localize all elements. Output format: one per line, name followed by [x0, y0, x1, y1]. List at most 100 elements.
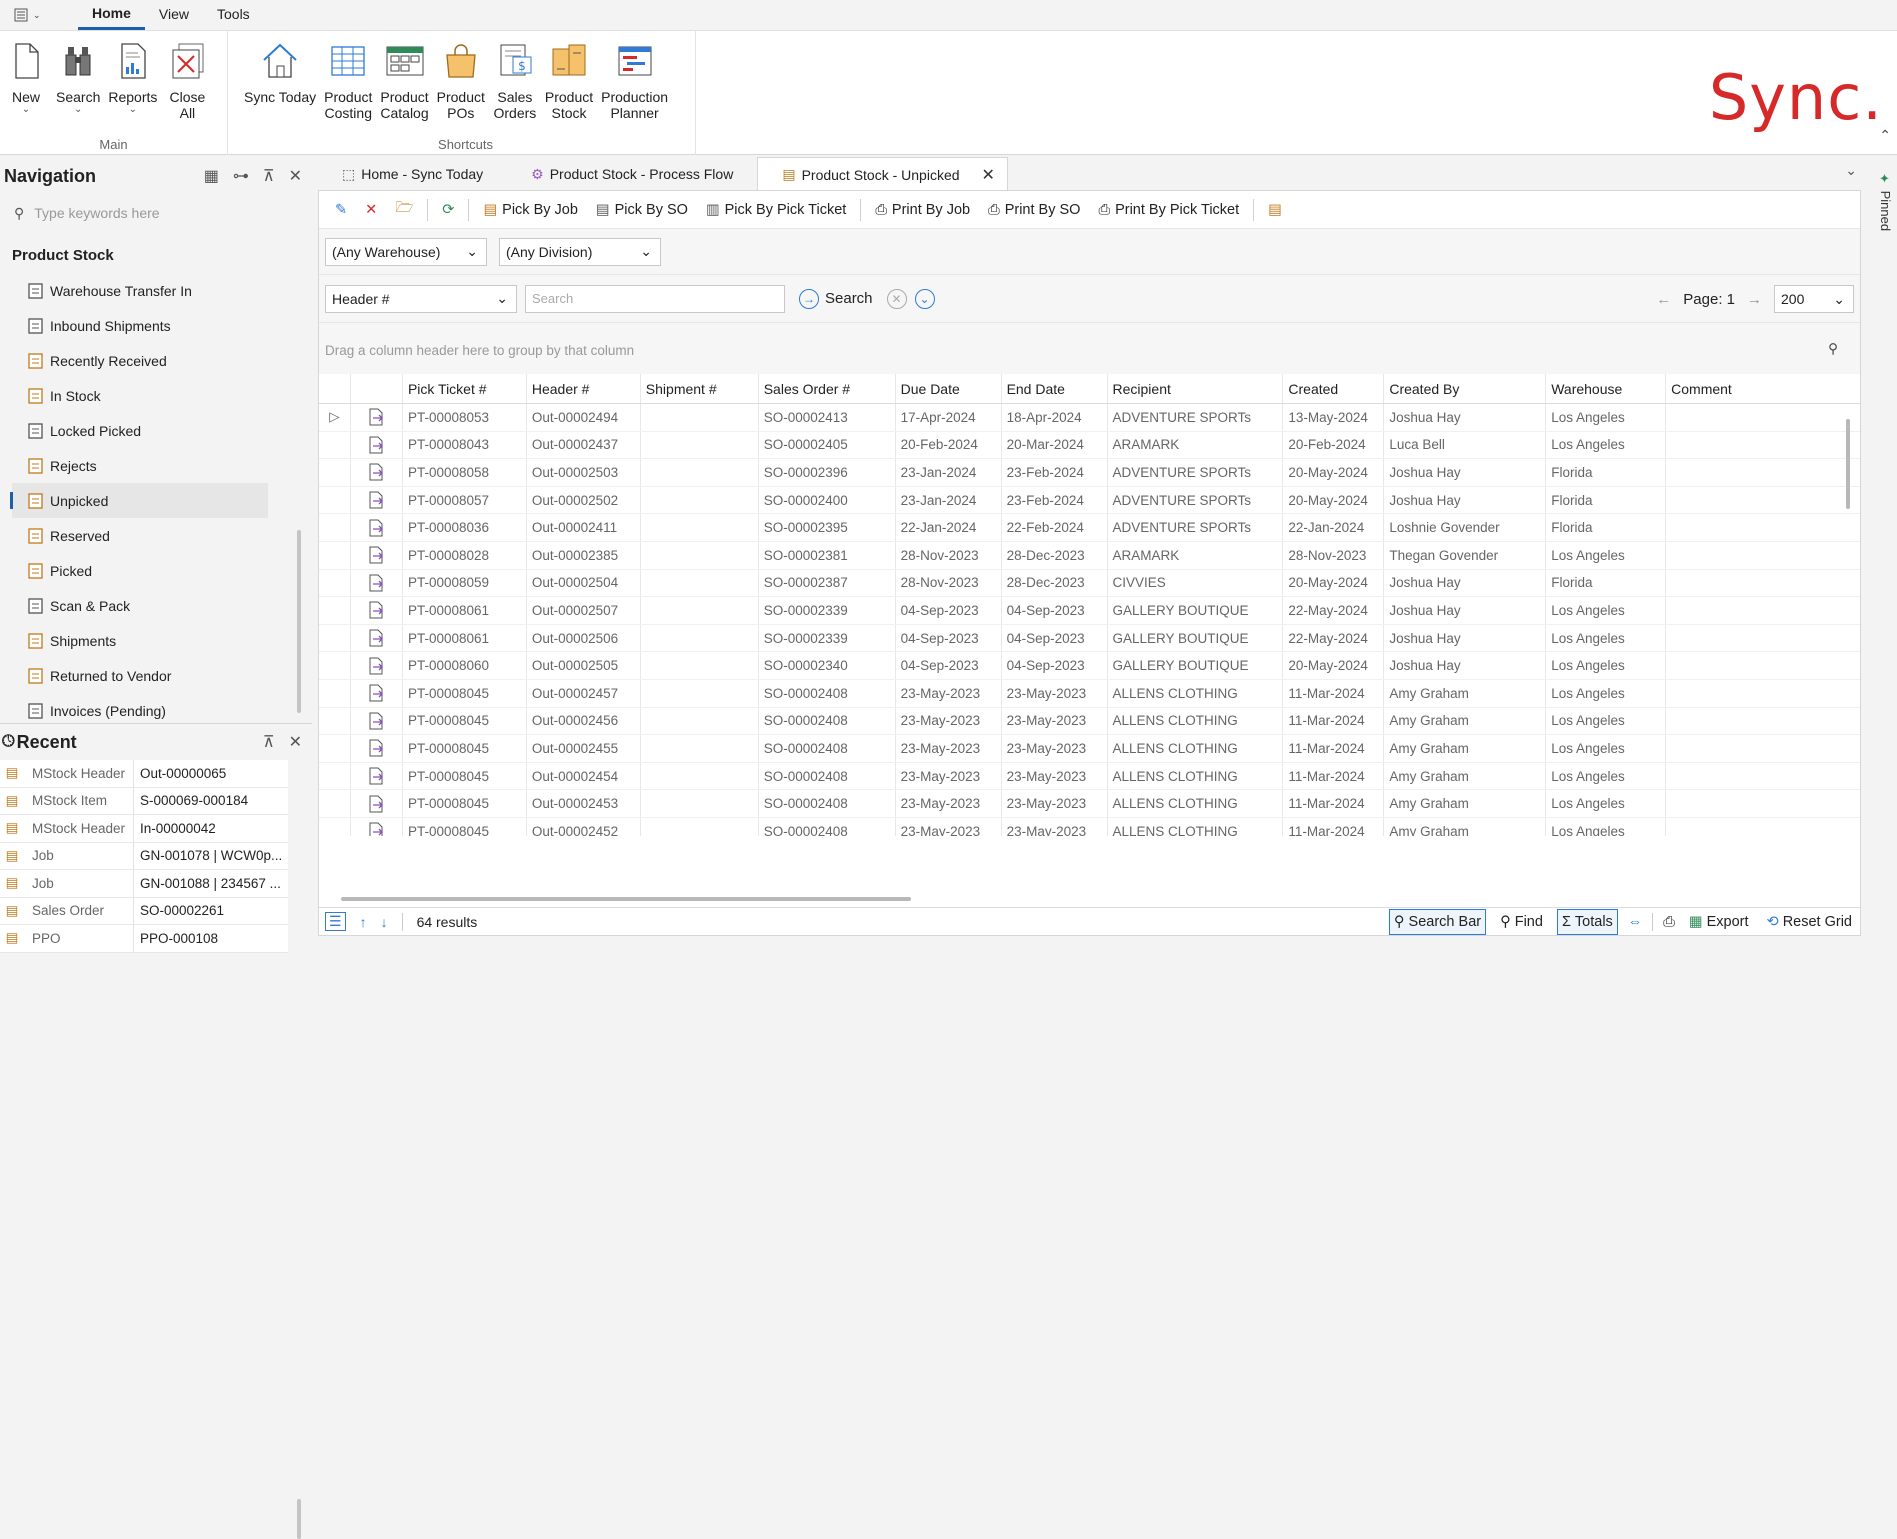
list-view-icon[interactable]: ☰: [325, 912, 346, 931]
sidebar-item-in-stock[interactable]: In Stock: [0, 378, 312, 413]
expand-options-icon[interactable]: ⌄: [914, 288, 935, 309]
close-tab-icon[interactable]: ✕: [982, 165, 995, 185]
sidebar-item-warehouse-transfer-in[interactable]: Warehouse Transfer In: [0, 273, 312, 308]
print-preview-icon[interactable]: ⎙: [1663, 914, 1675, 930]
recent-item[interactable]: ▤ Sales Order SO-00002261: [0, 897, 288, 925]
table-row[interactable]: PT-00008059 Out-00002504 SO-00002387 28-Nov…: [319, 569, 1860, 598]
table-row[interactable]: PT-00008045 Out-00002454 SO-00002408 23-May…: [319, 762, 1860, 791]
move-down-icon[interactable]: ↓: [381, 914, 388, 930]
pin-icon[interactable]: ⊼: [263, 166, 275, 186]
table-row[interactable]: PT-00008058 Out-00002503 SO-00002396 23-Jan…: [319, 459, 1860, 487]
sidebar-item-unpicked[interactable]: Unpicked: [10, 483, 268, 518]
tree-icon[interactable]: ⊶: [233, 166, 249, 186]
sidebar-item-inbound-shipments[interactable]: Inbound Shipments: [0, 308, 312, 343]
reports-button[interactable]: Reports ⌄: [104, 39, 161, 121]
move-up-icon[interactable]: ↑: [360, 914, 367, 930]
column-header-warehouse[interactable]: Warehouse: [1546, 374, 1667, 403]
recent-item[interactable]: ▤ MStock Item S-000069-000184: [0, 787, 288, 815]
column-header-pick-ticket[interactable]: Pick Ticket #: [403, 374, 527, 403]
page-size-select[interactable]: 200 ⌄: [1774, 285, 1854, 313]
table-row[interactable]: PT-00008045 Out-00002456 SO-00002408 23-May…: [319, 707, 1860, 736]
tabs-dropdown-icon[interactable]: ⌄: [1845, 162, 1857, 179]
table-row[interactable]: PT-00008045 Out-00002452 SO-00002408 23-May…: [319, 817, 1860, 836]
pick-by-so-button[interactable]: ▤ Pick By SO: [590, 195, 694, 225]
column-header-created[interactable]: Created: [1283, 374, 1385, 403]
sidebar-item-rejects[interactable]: Rejects: [0, 448, 312, 483]
table-row[interactable]: PT-00008057 Out-00002502 SO-00002400 23-Jan…: [319, 486, 1860, 515]
group-by-panel[interactable]: Drag a column header here to group by th…: [319, 323, 1860, 379]
column-header-recipient[interactable]: Recipient: [1108, 374, 1284, 403]
quick-access-menu-icon[interactable]: ⌄: [0, 0, 60, 30]
recent-item[interactable]: ▤ PPO PPO-000108: [0, 925, 288, 953]
totals-toggle[interactable]: Σ Totals: [1556, 908, 1618, 935]
recent-item[interactable]: ▤ Job GN-001088 | 234567 ...: [0, 870, 288, 898]
table-row[interactable]: PT-00008028 Out-00002385 SO-00002381 28-Nov…: [319, 541, 1860, 570]
stock-history-icon[interactable]: ▤: [1262, 195, 1288, 225]
search-button[interactable]: Search ⌄: [52, 39, 104, 121]
column-header-end-date[interactable]: End Date: [1002, 374, 1108, 403]
search-bar-toggle[interactable]: ⚲ Search Bar: [1388, 908, 1487, 935]
sidebar-item-recently-received[interactable]: Recently Received: [0, 343, 312, 378]
search-field-select[interactable]: Header # ⌄: [325, 284, 517, 313]
sidebar-item-reserved[interactable]: Reserved: [0, 518, 312, 553]
find-button[interactable]: ⚲ Find: [1496, 909, 1547, 935]
table-row[interactable]: PT-00008043 Out-00002437 SO-00002405 20-Feb…: [319, 431, 1860, 460]
table-row[interactable]: PT-00008045 Out-00002457 SO-00002408 23-May…: [319, 679, 1860, 708]
ribbon-tab-home[interactable]: Home: [78, 0, 145, 30]
collapse-ribbon-icon[interactable]: ⌃: [1879, 127, 1891, 144]
close-icon[interactable]: ✕: [289, 732, 302, 752]
close-icon[interactable]: ✕: [289, 166, 302, 186]
nav-search-input[interactable]: ⚲ Type keywords here: [8, 199, 304, 227]
table-row[interactable]: ▷ PT-00008053 Out-00002494 SO-00002413 17-Ap…: [319, 404, 1860, 432]
next-page-icon[interactable]: →: [1747, 291, 1762, 308]
product-costing-button[interactable]: Product Costing: [320, 39, 376, 121]
row-expander[interactable]: ▷: [319, 404, 351, 431]
pinned-side-tab[interactable]: ✦ Pinned: [1869, 172, 1893, 231]
reset-grid-button[interactable]: ⟲ Reset Grid: [1763, 909, 1856, 935]
division-select[interactable]: (Any Division) ⌄: [499, 237, 661, 266]
table-row[interactable]: PT-00008060 Out-00002505 SO-00002340 04-Sep…: [319, 652, 1860, 680]
column-header-sales-order[interactable]: Sales Order #: [759, 374, 896, 403]
print-by-so-button[interactable]: ⎙ Print By SO: [982, 195, 1086, 225]
table-row[interactable]: PT-00008061 Out-00002507 SO-00002339 04-Sep…: [319, 597, 1860, 625]
table-row[interactable]: PT-00008045 Out-00002455 SO-00002408 23-May…: [319, 735, 1860, 763]
sync-today-button[interactable]: Sync Today: [240, 39, 320, 121]
search-input[interactable]: Search: [525, 284, 785, 313]
product-pos-button[interactable]: Product POs: [433, 39, 489, 121]
sales-orders-button[interactable]: $ Sales Orders: [489, 39, 541, 121]
sidebar-item-returned-to-vendor[interactable]: Returned to Vendor: [0, 658, 312, 693]
previous-page-icon[interactable]: ←: [1656, 291, 1671, 308]
tab-product-stock-unpicked[interactable]: ▤ Product Stock - Unpicked ✕: [757, 157, 1008, 191]
sidebar-item-picked[interactable]: Picked: [0, 553, 312, 588]
new-button[interactable]: New ⌄: [0, 39, 52, 121]
horizontal-scrollbar[interactable]: [341, 897, 911, 901]
recent-scrollbar[interactable]: [297, 1499, 301, 1539]
table-row[interactable]: PT-00008045 Out-00002453 SO-00002408 23-May…: [319, 790, 1860, 818]
pick-by-job-button[interactable]: ▤ Pick By Job: [477, 195, 583, 225]
clear-search-icon[interactable]: ✕: [886, 288, 907, 309]
column-header-due-date[interactable]: Due Date: [896, 374, 1002, 403]
table-row[interactable]: PT-00008061 Out-00002506 SO-00002339 04-Sep…: [319, 624, 1860, 653]
search-icon[interactable]: ⚲: [1828, 341, 1838, 357]
export-button[interactable]: ▦ Export: [1685, 909, 1753, 935]
column-header-shipment[interactable]: Shipment #: [641, 374, 759, 403]
tab-home-sync-today[interactable]: ⬚ Home - Sync Today: [318, 157, 507, 191]
close-all-button[interactable]: Close All: [161, 39, 213, 121]
print-by-job-button[interactable]: ⎙ Print By Job: [869, 195, 976, 225]
sidebar-item-locked-picked[interactable]: Locked Picked: [0, 413, 312, 448]
recent-item[interactable]: ▤ MStock Header In-00000042: [0, 815, 288, 843]
sidebar-item-shipments[interactable]: Shipments: [0, 623, 312, 658]
nav-scrollbar[interactable]: [297, 530, 301, 713]
column-header-header[interactable]: Header #: [527, 374, 641, 403]
vertical-scrollbar[interactable]: [1846, 419, 1850, 509]
product-stock-button[interactable]: Product Stock: [541, 39, 597, 121]
edit-icon[interactable]: ✎: [329, 195, 353, 225]
table-row[interactable]: PT-00008036 Out-00002411 SO-00002395 22-Jan…: [319, 514, 1860, 542]
ribbon-tab-view[interactable]: View: [145, 0, 203, 30]
print-by-pick-ticket-button[interactable]: ⎙ Print By Pick Ticket: [1092, 195, 1245, 225]
column-header-comment[interactable]: Comment: [1666, 374, 1860, 403]
pin-icon[interactable]: ⊼: [263, 732, 275, 752]
search-button[interactable]: → Search: [793, 288, 879, 309]
layout-icon[interactable]: ▦: [204, 166, 219, 186]
recent-item[interactable]: ▤ MStock Header Out-00000065: [0, 760, 288, 788]
